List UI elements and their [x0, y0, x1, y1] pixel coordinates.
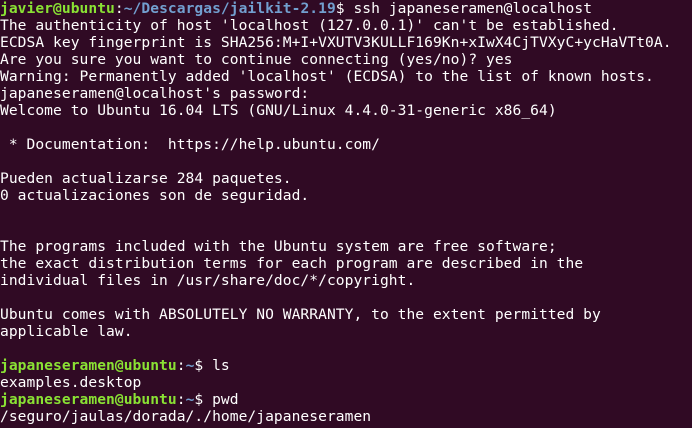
terminal-prompt-line: japaneseramen@ubuntu:~$ ls — [0, 357, 230, 374]
terminal-output-line: applicable law. — [0, 323, 133, 340]
terminal-prompt-line: javier@ubuntu:~/Descargas/jailkit-2.19$ … — [0, 0, 592, 17]
terminal-output-line: The programs included with the Ubuntu sy… — [0, 238, 557, 255]
prompt-command: $ ls — [194, 357, 230, 374]
terminal-output-line: individual files in /usr/share/doc/*/cop… — [0, 272, 416, 289]
prompt-user: javier@ubuntu — [0, 0, 115, 17]
prompt-path: ~/Descargas/jailkit-2.19 — [123, 0, 336, 17]
prompt-separator: : — [176, 357, 186, 374]
prompt-user: japaneseramen@ubuntu — [0, 357, 177, 374]
terminal-output-line: examples.desktop — [0, 374, 142, 391]
terminal-output-line: /seguro/jaulas/dorada/./home/japaneseram… — [0, 408, 372, 425]
terminal-output-line: Pueden actualizarse 284 paquetes. — [0, 170, 292, 187]
terminal-output-line: * Documentation: https://help.ubuntu.com… — [0, 136, 380, 153]
prompt-user: japaneseramen@ubuntu — [0, 391, 177, 408]
terminal-output-line: Welcome to Ubuntu 16.04 LTS (GNU/Linux 4… — [0, 102, 557, 119]
terminal-window[interactable]: javier@ubuntu:~/Descargas/jailkit-2.19$ … — [0, 0, 692, 428]
terminal-output-line: the exact distribution terms for each pr… — [0, 255, 584, 272]
prompt-separator: : — [114, 0, 124, 17]
prompt-separator: : — [176, 391, 186, 408]
terminal-output-line: Ubuntu comes with ABSOLUTELY NO WARRANTY… — [0, 306, 601, 323]
prompt-command: $ pwd — [194, 391, 239, 408]
terminal-output-line: The authenticity of host 'localhost (127… — [0, 17, 619, 34]
terminal-output-line: japaneseramen@localhost's password: — [0, 85, 310, 102]
terminal-output-line: 0 actualizaciones son de seguridad. — [0, 187, 310, 204]
terminal-output-line: Are you sure you want to continue connec… — [0, 51, 513, 68]
terminal-output-line: Warning: Permanently added 'localhost' (… — [0, 68, 654, 85]
terminal-output-line: ECDSA key fingerprint is SHA256:M+I+VXUT… — [0, 34, 672, 51]
prompt-command: $ ssh japaneseramen@localhost — [335, 0, 593, 17]
terminal-prompt-line: japaneseramen@ubuntu:~$ pwd — [0, 391, 239, 408]
